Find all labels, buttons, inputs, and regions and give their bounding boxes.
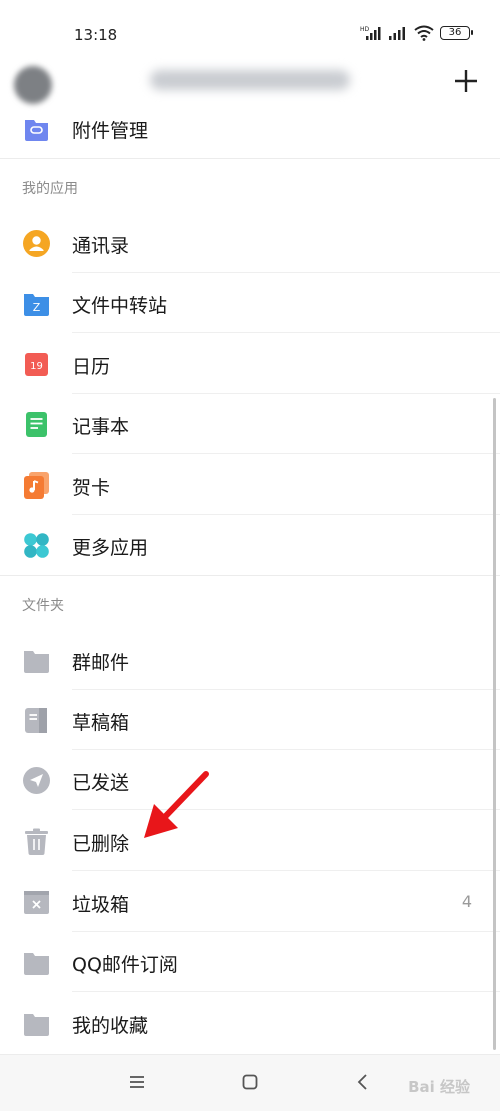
folder-item-label: 垃圾箱: [72, 894, 130, 916]
app-item-label: 文件中转站: [72, 295, 168, 317]
subscription-icon: [24, 953, 49, 975]
folder-item-label: 我的收藏: [72, 1015, 149, 1037]
unread-count: 4: [461, 892, 472, 911]
spam-icon: [24, 891, 49, 914]
section-divider: [0, 575, 500, 576]
annotation-arrow: [144, 771, 209, 838]
calendar-icon: 19: [25, 353, 48, 376]
app-item-label: 更多应用: [72, 537, 149, 559]
app-item-label: 贺卡: [72, 477, 111, 499]
folder-item-deleted[interactable]: 已删除: [0, 811, 500, 871]
app-item-label: 记事本: [72, 416, 130, 438]
sent-icon: [23, 767, 50, 794]
section-divider: [0, 158, 500, 159]
system-nav-bar: Bai 经验: [0, 1054, 500, 1111]
app-item-label: 通讯录: [72, 235, 130, 257]
drafts-icon: [25, 708, 47, 733]
folder-item-label: 草稿箱: [72, 712, 130, 734]
folder-item-qq-subscription[interactable]: QQ邮件订阅: [0, 932, 500, 992]
app-item-greeting-card[interactable]: 贺卡: [0, 455, 500, 515]
signal-icon: HD: [360, 26, 381, 40]
watermark: Bai 经验: [408, 1078, 470, 1096]
trash-icon: [25, 828, 48, 855]
more-apps-icon: [24, 533, 49, 558]
menu-item-attachments[interactable]: 附件管理: [0, 98, 500, 158]
app-item-notepad[interactable]: 记事本: [0, 394, 500, 454]
folder-item-favorites[interactable]: 我的收藏: [0, 993, 500, 1053]
attachment-icon: [25, 120, 48, 141]
greeting-card-icon: [24, 472, 49, 499]
transfer-folder-icon: Z: [24, 294, 49, 316]
folder-item-label: 已发送: [72, 772, 130, 794]
row-divider: [72, 870, 500, 871]
folder-item-label: 群邮件: [72, 652, 130, 674]
app-item-contacts[interactable]: 通讯录: [0, 213, 500, 273]
app-item-more-apps[interactable]: 更多应用: [0, 515, 500, 575]
svg-text:19: 19: [30, 361, 43, 372]
folder-item-spam[interactable]: 垃圾箱 4: [0, 872, 500, 932]
back-icon[interactable]: [348, 1067, 378, 1097]
account-name-blurred[interactable]: [150, 70, 350, 90]
home-icon[interactable]: [235, 1067, 265, 1097]
status-icons: HD 36: [360, 25, 473, 41]
group-mail-icon: [24, 651, 49, 673]
folder-item-label: QQ邮件订阅: [72, 954, 178, 976]
svg-text:HD: HD: [360, 26, 370, 33]
app-item-file-transfer[interactable]: Z 文件中转站: [0, 273, 500, 333]
status-time: 13:18: [74, 26, 118, 44]
header: [0, 58, 500, 104]
status-bar: 13:18 HD 36: [0, 0, 500, 62]
section-title-apps: 我的应用: [22, 181, 78, 197]
folder-item-group-mail[interactable]: 群邮件: [0, 630, 500, 690]
folder-item-drafts[interactable]: 草稿箱: [0, 690, 500, 750]
wifi-icon: [414, 25, 434, 41]
section-title-folders: 文件夹: [22, 598, 64, 614]
battery-icon: 36: [440, 26, 473, 40]
row-divider: [72, 809, 500, 810]
contacts-icon: [23, 230, 50, 257]
app-item-label: 日历: [72, 356, 111, 378]
row-divider: [72, 991, 500, 992]
menu-item-label: 附件管理: [72, 120, 149, 142]
signal-icon-2: [389, 27, 405, 40]
row-divider: [72, 453, 500, 454]
app-item-calendar[interactable]: 19 日历: [0, 334, 500, 394]
row-divider: [72, 332, 500, 333]
folder-item-label: 已删除: [72, 833, 130, 855]
scrollbar[interactable]: [493, 398, 496, 1050]
folder-item-sent[interactable]: 已发送: [0, 750, 500, 810]
svg-text:Z: Z: [33, 301, 41, 314]
notepad-icon: [26, 412, 47, 437]
favorites-icon: [24, 1014, 49, 1036]
add-button[interactable]: [448, 62, 484, 98]
menu-icon[interactable]: [122, 1067, 152, 1097]
